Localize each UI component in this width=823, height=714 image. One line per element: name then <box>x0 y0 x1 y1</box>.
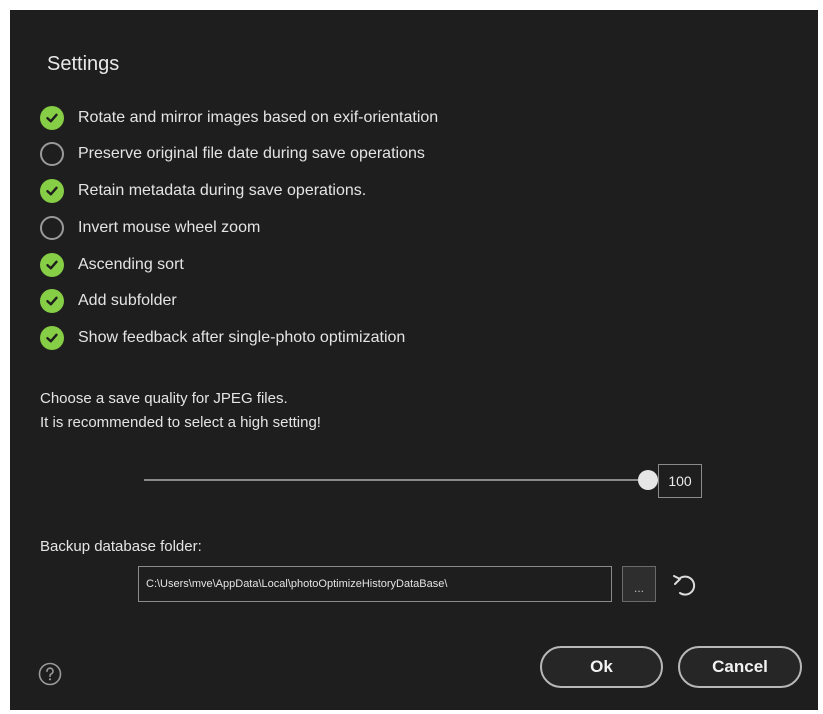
cancel-button[interactable]: Cancel <box>678 646 802 688</box>
option-checkbox[interactable] <box>40 289 64 313</box>
option-checkbox[interactable] <box>40 253 64 277</box>
settings-dialog: Settings Rotate and mirror images based … <box>10 10 818 710</box>
slider-thumb[interactable] <box>638 470 658 490</box>
checkmark-icon <box>46 296 58 306</box>
checkmark-icon <box>46 260 58 270</box>
option-preserve-file-date[interactable]: Preserve original file date during save … <box>40 141 425 167</box>
ok-button[interactable]: Ok <box>540 646 663 688</box>
option-exif-orientation[interactable]: Rotate and mirror images based on exif-o… <box>40 105 438 131</box>
quality-description-line2: It is recommended to select a high setti… <box>40 414 321 431</box>
option-checkbox[interactable] <box>40 179 64 203</box>
checkmark-icon <box>46 113 58 123</box>
option-checkbox[interactable] <box>40 326 64 350</box>
browse-button[interactable]: ... <box>622 566 656 602</box>
option-label: Rotate and mirror images based on exif-o… <box>78 109 439 126</box>
quality-slider[interactable] <box>144 468 658 492</box>
option-label: Preserve original file date during save … <box>78 145 425 162</box>
option-label: Add subfolder <box>78 292 177 309</box>
dialog-title: Settings <box>47 53 120 75</box>
option-checkbox[interactable] <box>40 106 64 130</box>
option-invert-mouse-wheel[interactable]: Invert mouse wheel zoom <box>40 215 260 241</box>
help-icon[interactable] <box>38 662 62 686</box>
option-add-subfolder[interactable]: Add subfolder <box>40 288 177 314</box>
quality-description-line1: Choose a save quality for JPEG files. <box>40 390 288 407</box>
undo-icon[interactable] <box>670 569 700 599</box>
option-label: Retain metadata during save operations. <box>78 182 367 199</box>
option-checkbox[interactable] <box>40 216 64 240</box>
option-show-feedback[interactable]: Show feedback after single-photo optimiz… <box>40 325 405 351</box>
quality-value-box[interactable]: 100 <box>658 464 702 498</box>
option-checkbox[interactable] <box>40 142 64 166</box>
slider-track[interactable] <box>144 479 648 481</box>
checkmark-icon <box>46 333 58 343</box>
backup-folder-label: Backup database folder: <box>40 538 202 555</box>
option-retain-metadata[interactable]: Retain metadata during save operations. <box>40 178 366 204</box>
checkmark-icon <box>46 186 58 196</box>
option-label: Ascending sort <box>78 256 184 273</box>
option-label: Show feedback after single-photo optimiz… <box>78 329 406 346</box>
backup-path-input[interactable] <box>138 566 612 602</box>
option-label: Invert mouse wheel zoom <box>78 219 261 236</box>
option-ascending-sort[interactable]: Ascending sort <box>40 252 184 278</box>
